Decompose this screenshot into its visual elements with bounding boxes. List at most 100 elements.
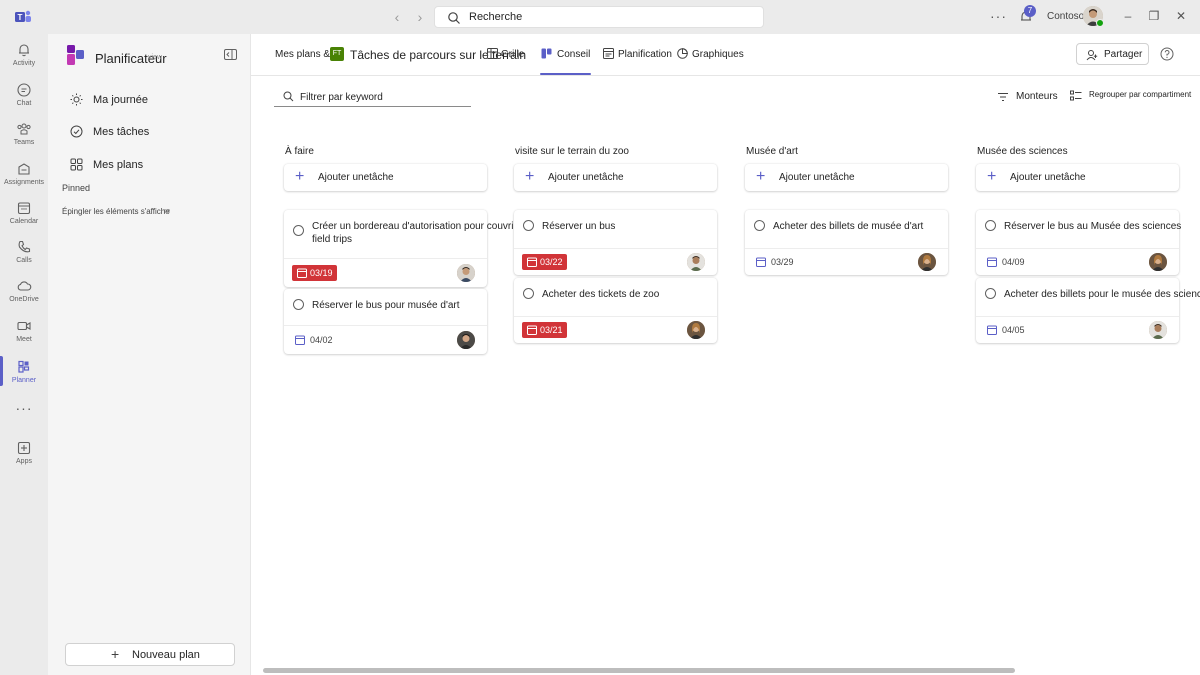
- calendar-icon: [756, 257, 766, 267]
- task-title-line: Réserver un bus: [542, 221, 616, 232]
- tab-charts[interactable]: Graphiques: [677, 48, 744, 60]
- rail-more-icon[interactable]: ···: [0, 400, 48, 416]
- tab-board[interactable]: Conseil: [541, 48, 590, 60]
- tab-grid[interactable]: Grille: [487, 48, 525, 60]
- collapse-sidebar-icon[interactable]: [224, 49, 237, 60]
- assignee-avatar[interactable]: [687, 253, 705, 271]
- sidebar-item-label: Ma journée: [93, 94, 149, 106]
- pinned-hint-overlay: re: [164, 208, 171, 215]
- rail-item-calendar[interactable]: Calendar: [0, 196, 48, 234]
- pinned-hint-text: Épingler les éléments s'affiche: [62, 207, 170, 216]
- calendar-icon: [297, 268, 307, 278]
- cloud-icon: [17, 281, 32, 291]
- task-title: Réserver un bus: [542, 220, 615, 233]
- add-task-button[interactable]: + Ajouter unetâche: [745, 164, 948, 191]
- task-complete-checkbox[interactable]: [985, 220, 996, 231]
- rail-item-calls[interactable]: Calls: [0, 235, 48, 273]
- bucket-title[interactable]: Musée des sciences: [977, 146, 1068, 157]
- tab-label: Graphiques: [692, 49, 744, 60]
- pinned-section-title: Pinned: [62, 183, 91, 193]
- global-search-input[interactable]: [469, 9, 749, 25]
- task-title-line: field trips: [312, 234, 353, 245]
- rail-item-onedrive[interactable]: OneDrive: [0, 274, 48, 312]
- rail-item-teams[interactable]: Teams: [0, 117, 48, 155]
- bucket-title[interactable]: visite sur le terrain du zoo: [515, 146, 629, 157]
- new-plan-button[interactable]: + Nouveau plan: [65, 643, 235, 666]
- due-date: 03/21: [540, 325, 563, 335]
- task-complete-checkbox[interactable]: [754, 220, 765, 231]
- more-options-icon[interactable]: ···: [990, 8, 1007, 24]
- rail-item-apps[interactable]: Apps: [0, 436, 48, 474]
- horizontal-scrollbar[interactable]: [263, 668, 1015, 673]
- tab-label: Grille: [501, 49, 525, 60]
- sidebar-item-label: Mes tâches: [93, 126, 150, 138]
- avatar-photo-icon: [687, 321, 705, 339]
- filters-button[interactable]: Monteurs: [997, 91, 1058, 102]
- add-task-button[interactable]: + Ajouter unetâche: [284, 164, 487, 191]
- close-icon[interactable]: ✕: [1174, 9, 1188, 23]
- assignee-avatar[interactable]: [1149, 321, 1167, 339]
- add-task-button[interactable]: + Ajouter unetâche: [976, 164, 1179, 191]
- task-complete-checkbox[interactable]: [293, 225, 304, 236]
- task-card[interactable]: Réserver un bus 03/22: [514, 210, 717, 275]
- rail-label: Apps: [16, 458, 32, 465]
- card-divider: [284, 325, 487, 326]
- assignee-avatar[interactable]: [1149, 253, 1167, 271]
- due-date-badge: 03/19: [292, 265, 337, 281]
- task-card[interactable]: Acheter des billets pour le musée des sc…: [976, 278, 1200, 343]
- assignee-avatar[interactable]: [918, 253, 936, 271]
- add-task-label: Ajouter unetâche: [779, 172, 855, 183]
- rail-label: Meet: [16, 336, 32, 343]
- task-title-line: Créer un bordereau d'autorisation pour c…: [312, 221, 537, 232]
- task-title-line: Acheter des tickets de zoo: [542, 289, 660, 300]
- task-complete-checkbox[interactable]: [985, 288, 996, 299]
- due-date-badge: 03/22: [522, 254, 567, 270]
- add-task-button[interactable]: + Ajouter unetâche: [514, 164, 717, 191]
- group-by-button[interactable]: Regrouper par compartiment: [1070, 90, 1191, 101]
- rail-item-chat[interactable]: Chat: [0, 78, 48, 116]
- group-icon: [1070, 90, 1082, 101]
- share-person-icon: [1086, 50, 1098, 61]
- minimize-icon[interactable]: –: [1121, 9, 1135, 23]
- chat-icon: [17, 83, 31, 97]
- back-arrow-icon[interactable]: ‹: [389, 9, 405, 25]
- assignee-avatar[interactable]: [457, 264, 475, 282]
- rail-item-planner[interactable]: Planner: [0, 355, 48, 393]
- task-card[interactable]: Créer un bordereau d'autorisation pour c…: [284, 210, 536, 287]
- share-button[interactable]: Partager: [1076, 43, 1149, 65]
- task-title: Créer un bordereau d'autorisation pour c…: [312, 220, 536, 246]
- rail-item-activity[interactable]: Activity: [0, 38, 48, 76]
- help-icon[interactable]: [1160, 47, 1174, 61]
- task-card[interactable]: Réserver le bus pour musée d'art 04/02: [284, 289, 487, 354]
- task-card[interactable]: Acheter des billets de musée d'art 03/29: [745, 210, 948, 275]
- task-complete-checkbox[interactable]: [293, 299, 304, 310]
- task-complete-checkbox[interactable]: [523, 288, 534, 299]
- task-complete-checkbox[interactable]: [523, 220, 534, 231]
- my-plans-link[interactable]: Mes plans &g: [275, 49, 336, 60]
- avatar-photo-icon: [687, 253, 705, 271]
- forward-arrow-icon[interactable]: ›: [412, 9, 428, 25]
- add-task-label: Ajouter unetâche: [1010, 172, 1086, 183]
- rail-item-assignments[interactable]: Assignments: [0, 157, 48, 195]
- calendar-icon: [17, 202, 31, 215]
- teams-logo-icon[interactable]: T: [14, 9, 32, 25]
- rail-item-meet[interactable]: Meet: [0, 314, 48, 352]
- restore-icon[interactable]: ❐: [1147, 9, 1161, 23]
- bucket-title[interactable]: Musée d'art: [746, 146, 798, 157]
- task-card[interactable]: Réserver le bus au Musée des sciences 04…: [976, 210, 1181, 275]
- plan-header: Mes plans &g FT Tâches de parcours sur l…: [251, 34, 1200, 76]
- assignee-avatar[interactable]: [457, 331, 475, 349]
- sidebar-item-label: Mes plans: [93, 159, 144, 171]
- task-card[interactable]: Acheter des tickets de zoo 03/21: [514, 278, 717, 343]
- keyword-filter[interactable]: [274, 87, 471, 107]
- tab-schedule[interactable]: Planification: [603, 48, 672, 60]
- assignee-avatar[interactable]: [687, 321, 705, 339]
- bucket-title[interactable]: À faire: [285, 146, 314, 157]
- table-icon: [487, 48, 498, 59]
- planner-sidebar: Planificateur view Ma journée Mes tâches…: [48, 34, 251, 675]
- avatar-photo-icon: [457, 264, 475, 282]
- task-title-line: Acheter des billets pour le musée des sc…: [1004, 289, 1200, 300]
- global-search[interactable]: [434, 6, 764, 28]
- rail-label: OneDrive: [9, 296, 39, 303]
- keyword-filter-input[interactable]: [300, 90, 460, 104]
